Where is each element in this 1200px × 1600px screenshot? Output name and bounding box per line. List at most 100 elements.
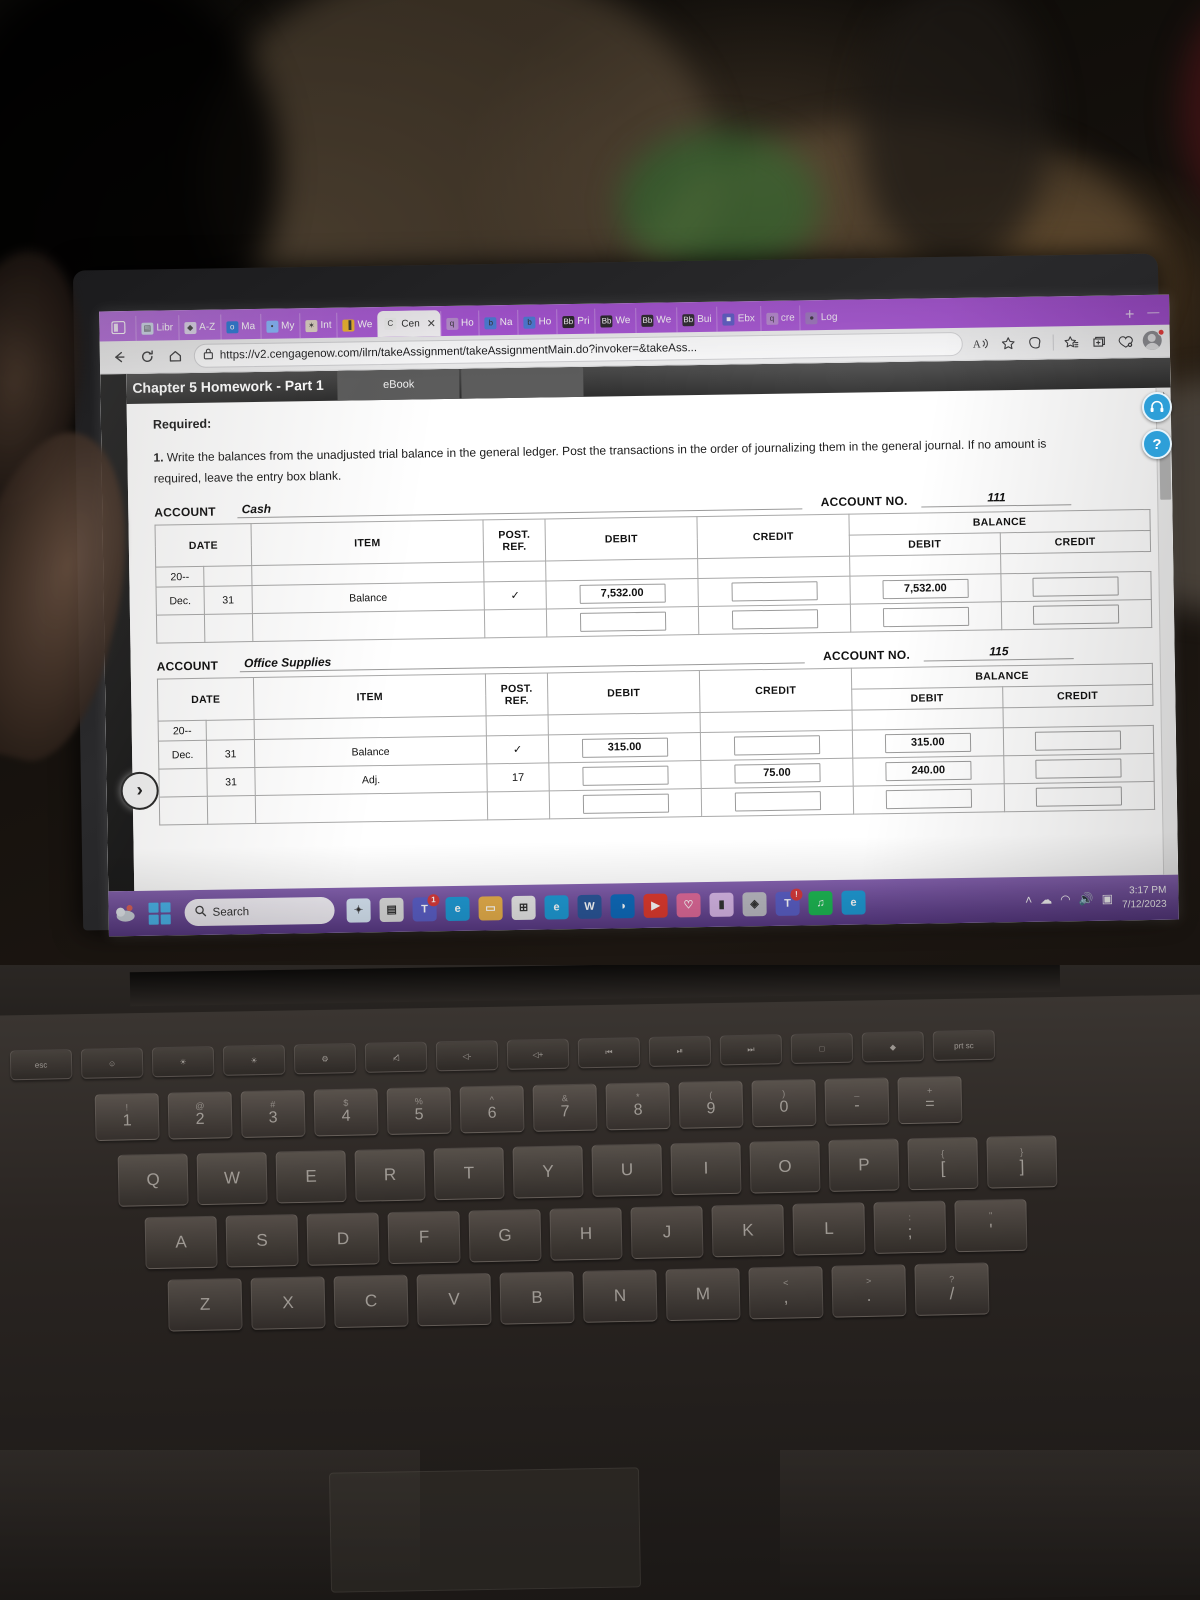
notes-app-icon[interactable]: ▮ (709, 892, 734, 917)
tab-list-icon[interactable] (107, 316, 129, 338)
search-input[interactable]: Search (184, 896, 335, 927)
home-button[interactable] (162, 343, 188, 369)
amount-entry-box[interactable] (582, 793, 669, 814)
key-?-/[interactable]: ? / (914, 1262, 990, 1316)
amount-entry-box[interactable] (1032, 576, 1119, 597)
amount-entry-box[interactable]: 315.00 (884, 732, 971, 754)
key-□[interactable]: □ (790, 1032, 854, 1064)
key-z[interactable]: Z (167, 1278, 243, 1332)
browser-tab-2[interactable]: o Ma (220, 313, 261, 340)
key-r[interactable]: R (354, 1148, 426, 1202)
browser-tab-11[interactable]: Bb We (594, 308, 636, 334)
browser-tab-12[interactable]: Bb We (635, 307, 677, 334)
key-w[interactable]: W (196, 1151, 268, 1206)
amount-entry-box[interactable]: 7,532.00 (882, 578, 969, 600)
key-◆[interactable]: ◆ (861, 1031, 925, 1063)
amount-entry-box[interactable] (579, 611, 666, 632)
word-icon[interactable]: W (577, 894, 602, 919)
amount-entry-box[interactable] (733, 735, 820, 756)
browser-essentials-icon[interactable] (1113, 329, 1138, 354)
key-!-1[interactable]: ! 1 (94, 1092, 160, 1142)
support-headset-icon[interactable] (1142, 392, 1172, 422)
amount-entry-box[interactable] (581, 765, 669, 786)
key-x[interactable]: X (250, 1276, 326, 1330)
key-"-'[interactable]: " ' (954, 1198, 1028, 1253)
key-g[interactable]: G (468, 1208, 542, 1263)
browser-tab-9[interactable]: b Ho (517, 309, 557, 335)
key-%-5[interactable]: % 5 (386, 1086, 452, 1135)
key-esc[interactable]: esc (9, 1049, 73, 1081)
amount-entry-box[interactable] (734, 791, 821, 812)
key-n[interactable]: N (582, 1269, 658, 1323)
key-☀[interactable]: ☀ (151, 1046, 215, 1078)
key-(-9[interactable]: (9 (678, 1080, 744, 1129)
browser-tab-16[interactable]: ● Log (799, 304, 843, 331)
teams-icon[interactable]: T1 (412, 893, 440, 922)
spotify-icon[interactable]: ♫ (808, 890, 833, 915)
show-hidden-icons-chevron[interactable]: ˄ (1025, 892, 1032, 906)
key-v[interactable]: V (416, 1272, 492, 1327)
key-p[interactable]: P (828, 1138, 900, 1192)
key-m[interactable]: M (665, 1267, 741, 1322)
back-button[interactable] (106, 344, 132, 370)
amount-entry-box[interactable]: 315.00 (581, 737, 668, 758)
youtube-icon[interactable]: ▶ (643, 893, 668, 918)
key-l[interactable]: L (792, 1202, 866, 1256)
key-:-;[interactable]: :; (873, 1200, 947, 1254)
weather-widget-icon[interactable] (112, 902, 138, 926)
assignment-tab-ebook[interactable]: eBook (337, 368, 460, 401)
key-i[interactable]: I (670, 1141, 742, 1196)
browser-tab-13[interactable]: Bb Bui (676, 306, 717, 333)
key-s[interactable]: S (225, 1214, 299, 1268)
key-d[interactable]: D (306, 1212, 380, 1266)
amount-entry-box[interactable] (1035, 758, 1122, 779)
assignment-tab-blank[interactable] (461, 366, 584, 399)
key-)-0[interactable]: ) 0 (751, 1078, 817, 1128)
key-^-6[interactable]: ^ 6 (459, 1085, 525, 1134)
key-{-[[interactable]: {[ (907, 1136, 979, 1191)
key-<-,[interactable]: <, (748, 1265, 824, 1320)
key-c[interactable]: C (333, 1274, 409, 1329)
photos-icon[interactable]: ◈ (742, 891, 767, 916)
onedrive-cloud-icon[interactable]: ☁ (1040, 892, 1052, 906)
amount-entry-box[interactable] (1033, 604, 1120, 625)
browser-tab-7[interactable]: q Ho (439, 310, 479, 337)
amount-entry-box[interactable] (730, 581, 818, 602)
refresh-button[interactable] (134, 343, 160, 369)
copilot-icon[interactable]: ✦ (346, 897, 371, 923)
key-b[interactable]: B (499, 1271, 575, 1325)
browser-tab-8[interactable]: b Na (478, 309, 518, 336)
key-e[interactable]: E (275, 1150, 347, 1204)
amount-entry-box[interactable]: 7,532.00 (579, 583, 666, 604)
browser-tab-14[interactable]: ■ Ebx (716, 306, 761, 332)
microsoft-store-icon[interactable]: ⊞ (511, 895, 536, 920)
wifi-icon[interactable]: ◠ (1060, 892, 1071, 906)
outlook-icon[interactable]: ◑ (610, 893, 635, 918)
key-k[interactable]: K (711, 1203, 785, 1258)
key-f[interactable]: F (387, 1210, 461, 1265)
edge-icon[interactable]: e (841, 889, 866, 915)
browser-tab-3[interactable]: • My (259, 313, 300, 339)
amount-entry-box[interactable] (731, 609, 818, 630)
key-@-2[interactable]: @2 (167, 1091, 233, 1140)
key-*-8[interactable]: * 8 (605, 1082, 671, 1131)
amount-entry-box[interactable]: 75.00 (733, 763, 821, 784)
file-explorer-icon[interactable]: ▭ (478, 895, 503, 921)
volume-icon[interactable]: 🔊 (1079, 891, 1094, 905)
battery-icon[interactable]: ▣ (1102, 891, 1114, 905)
browser-tab-active[interactable]: C Cen ✕ (377, 310, 441, 338)
new-tab-button[interactable]: + (1118, 306, 1142, 325)
amount-entry-box[interactable] (885, 788, 972, 810)
close-tab-icon[interactable]: ✕ (427, 317, 436, 330)
key-h[interactable]: H (549, 1207, 623, 1261)
key-#-3[interactable]: #3 (240, 1089, 306, 1139)
split-screen-icon[interactable] (1023, 330, 1048, 355)
key-}-][interactable]: }] (986, 1135, 1058, 1189)
key-+-=[interactable]: + = (897, 1075, 963, 1125)
key-$-4[interactable]: $4 (313, 1088, 379, 1137)
clock[interactable]: 3:17 PM 7/12/2023 (1122, 884, 1169, 912)
help-question-icon[interactable]: ? (1142, 429, 1172, 459)
key-⏮[interactable]: ⏮ (577, 1037, 641, 1069)
heart-app-icon[interactable]: ♡ (676, 892, 701, 917)
amount-entry-box[interactable]: 240.00 (885, 760, 972, 782)
